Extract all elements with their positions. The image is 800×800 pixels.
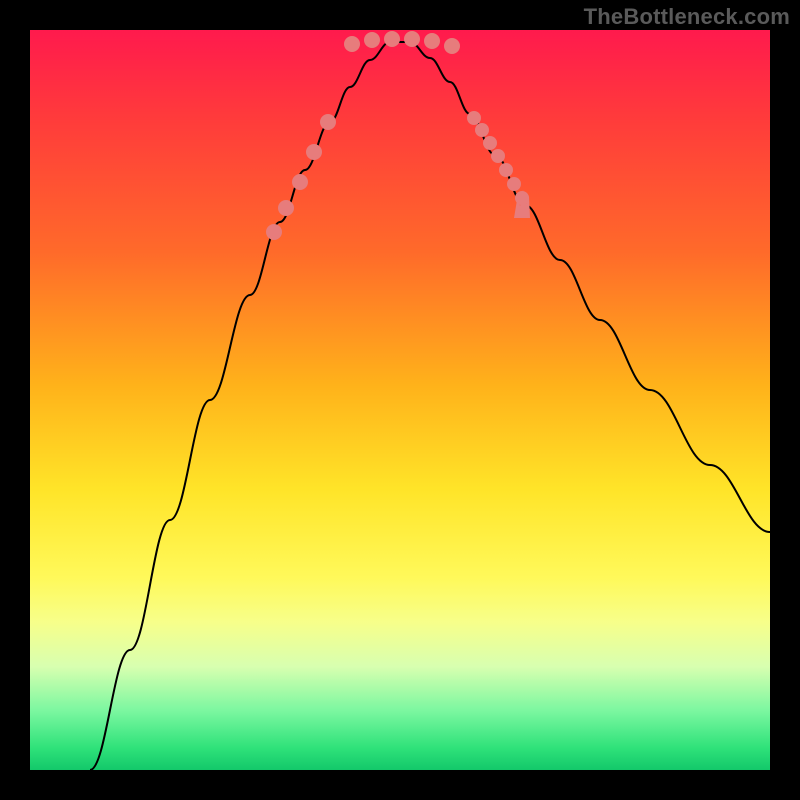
bottleneck-curve <box>90 42 770 770</box>
marker-dot <box>384 31 400 47</box>
marker-dot <box>444 38 460 54</box>
right-marker-dots <box>467 111 529 205</box>
marker-dot <box>507 177 521 191</box>
marker-dot <box>467 111 481 125</box>
marker-dot <box>278 200 294 216</box>
watermark-text: TheBottleneck.com <box>584 4 790 30</box>
chart-frame: TheBottleneck.com <box>0 0 800 800</box>
marker-dot <box>424 33 440 49</box>
marker-dot <box>404 31 420 47</box>
marker-dot <box>306 144 322 160</box>
marker-dot <box>292 174 308 190</box>
marker-dot <box>491 149 505 163</box>
marker-dot <box>344 36 360 52</box>
left-marker-dots <box>266 114 336 240</box>
marker-dot <box>320 114 336 130</box>
marker-dot <box>483 136 497 150</box>
marker-dot <box>475 123 489 137</box>
marker-dot <box>266 224 282 240</box>
plot-svg <box>30 30 770 770</box>
plot-area <box>30 30 770 770</box>
marker-dot <box>364 32 380 48</box>
marker-dot <box>499 163 513 177</box>
